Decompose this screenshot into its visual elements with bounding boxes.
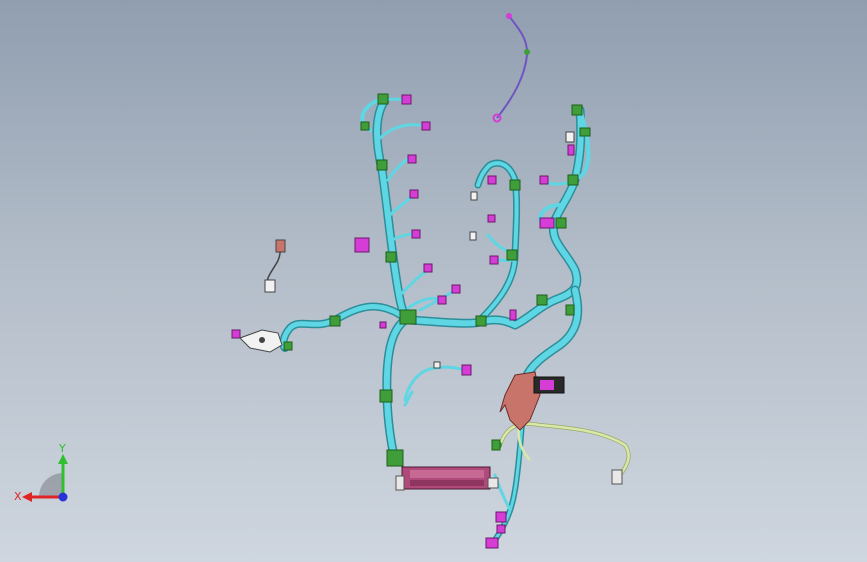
antenna-wire[interactable]	[492, 13, 531, 123]
wire-end-connector	[506, 13, 512, 19]
wire-clip	[524, 49, 530, 55]
y-axis-label: Y	[58, 442, 66, 455]
x-axis-label: X	[14, 490, 22, 503]
3d-viewport[interactable]: Y X	[0, 0, 867, 562]
ground-lug	[611, 469, 623, 485]
mounting-bracket[interactable]	[499, 371, 565, 431]
wiring-harness-model[interactable]	[0, 0, 867, 562]
axis-triad-icon: Y X	[14, 442, 68, 503]
left-sensor-bracket[interactable]	[239, 239, 286, 353]
harness-clips[interactable]	[283, 93, 591, 467]
ecu-connector[interactable]	[395, 466, 499, 491]
